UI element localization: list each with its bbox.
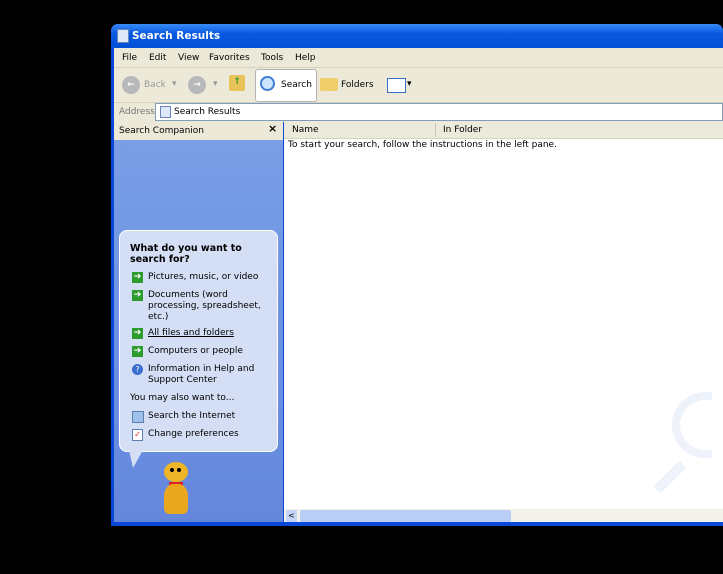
search-question: What do you want to search for?: [130, 243, 242, 265]
arrow-icon: ➔: [132, 272, 143, 283]
menu-edit[interactable]: Edit: [149, 53, 166, 63]
preferences-icon: ✓: [132, 429, 143, 441]
column-in-folder[interactable]: In Folder: [443, 125, 482, 135]
back-button[interactable]: Back: [144, 80, 166, 90]
search-results-icon: [160, 106, 171, 118]
option-change-preferences[interactable]: Change preferences: [148, 429, 273, 440]
menu-view[interactable]: View: [178, 53, 199, 63]
also-label: You may also want to...: [130, 393, 235, 403]
arrow-icon: ➔: [132, 290, 143, 301]
scrollbar-thumb[interactable]: [300, 510, 511, 522]
search-results-icon: [117, 29, 129, 43]
address-label: Address: [119, 107, 155, 117]
column-divider[interactable]: [435, 123, 436, 137]
search-dog-icon[interactable]: [158, 462, 196, 517]
option-help[interactable]: Information in Help and Support Center: [148, 364, 258, 386]
forward-arrow-icon[interactable]: →: [188, 76, 206, 94]
window-bottom-border: [111, 522, 723, 526]
folders-button[interactable]: Folders: [341, 80, 374, 90]
results-pane: [284, 139, 723, 509]
menu-help[interactable]: Help: [295, 53, 316, 63]
option-all-files[interactable]: All files and folders: [148, 328, 273, 339]
menu-favorites[interactable]: Favorites: [209, 53, 250, 63]
folders-icon[interactable]: [320, 78, 338, 91]
menu-file[interactable]: File: [122, 53, 137, 63]
column-name[interactable]: Name: [292, 125, 319, 135]
option-pictures[interactable]: Pictures, music, or video: [148, 272, 273, 283]
back-dropdown-icon[interactable]: ▾: [172, 79, 177, 89]
option-documents[interactable]: Documents (word processing, spreadsheet,…: [148, 290, 273, 323]
option-search-internet[interactable]: Search the Internet: [148, 411, 273, 422]
results-message: To start your search, follow the instruc…: [288, 140, 557, 150]
arrow-icon: ➔: [132, 328, 143, 339]
address-value: Search Results: [174, 107, 241, 117]
internet-search-icon: [132, 411, 144, 423]
option-computers[interactable]: Computers or people: [148, 346, 273, 357]
search-label: Search: [281, 80, 312, 90]
magnifier-icon: [260, 76, 275, 91]
views-icon[interactable]: [387, 78, 406, 93]
back-arrow-icon[interactable]: ←: [122, 76, 140, 94]
results-header: [284, 122, 723, 139]
forward-dropdown-icon[interactable]: ▾: [213, 79, 218, 89]
scroll-left-icon[interactable]: <: [286, 510, 297, 522]
views-dropdown-icon[interactable]: ▾: [407, 79, 412, 89]
up-folder-icon[interactable]: ↑: [229, 75, 245, 91]
menu-bar: [114, 48, 723, 68]
close-icon[interactable]: ×: [268, 122, 277, 135]
companion-title: Search Companion: [119, 126, 204, 136]
arrow-icon: ➔: [132, 346, 143, 357]
menu-tools[interactable]: Tools: [261, 53, 283, 63]
bubble-tail: [129, 450, 143, 468]
help-icon: ?: [132, 364, 143, 375]
window-title: Search Results: [132, 30, 221, 42]
